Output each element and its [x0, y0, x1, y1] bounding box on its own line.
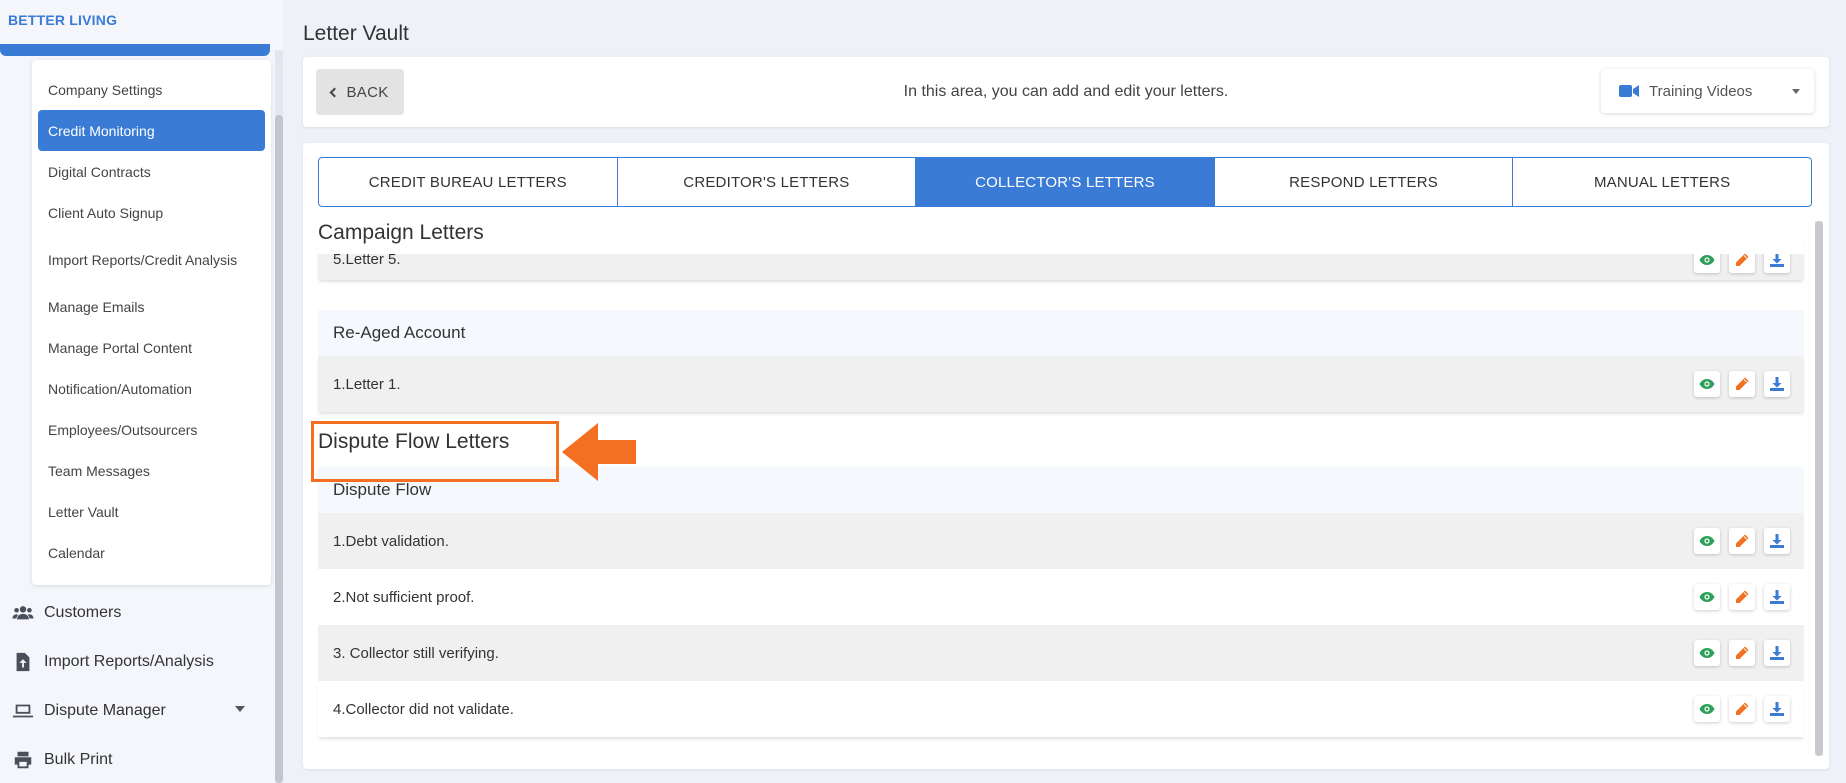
download-button[interactable]	[1764, 584, 1790, 610]
pencil-icon	[1736, 377, 1749, 390]
download-button[interactable]	[1764, 640, 1790, 666]
pencil-icon	[1736, 702, 1749, 715]
sidebar-item-label: Import Reports/Analysis	[44, 652, 214, 670]
eye-icon	[1699, 648, 1715, 658]
download-icon	[1770, 702, 1784, 716]
letter-tabs: CREDIT BUREAU LETTERS CREDITOR'S LETTERS…	[318, 157, 1812, 207]
download-icon	[1770, 534, 1784, 548]
letter-name: 3. Collector still verifying.	[333, 644, 499, 662]
submenu-item-letter-vault[interactable]: Letter Vault	[38, 491, 265, 532]
tab-credit-bureau-letters[interactable]: CREDIT BUREAU LETTERS	[319, 158, 618, 206]
eye-icon	[1699, 592, 1715, 602]
download-icon	[1770, 590, 1784, 604]
arrow-left-icon	[562, 423, 636, 481]
sidebar-item-bulk-print[interactable]: Bulk Print	[0, 735, 275, 783]
edit-button[interactable]	[1729, 640, 1755, 666]
download-button[interactable]	[1764, 528, 1790, 554]
users-icon	[12, 605, 34, 619]
edit-button[interactable]	[1729, 696, 1755, 722]
page-title: Letter Vault	[303, 22, 409, 45]
view-button[interactable]	[1694, 640, 1720, 666]
highlight-box	[311, 421, 559, 482]
letter-name: 4.Collector did not validate.	[333, 700, 514, 718]
brand-name: BETTER LIVING	[8, 12, 118, 28]
tab-manual-letters[interactable]: MANUAL LETTERS	[1513, 158, 1811, 206]
edit-button[interactable]	[1729, 528, 1755, 554]
eye-icon	[1699, 379, 1715, 389]
list-item: 3. Collector still verifying.	[318, 625, 1804, 681]
sidebar-item-label: Customers	[44, 603, 122, 621]
view-button[interactable]	[1694, 696, 1720, 722]
submenu-item-manage-emails[interactable]: Manage Emails	[38, 286, 265, 327]
list-item: 2.Not sufficient proof.	[318, 569, 1804, 625]
group-header-re-aged-account: Re-Aged Account	[318, 310, 1804, 356]
submenu-item-credit-monitoring[interactable]: Credit Monitoring	[38, 110, 265, 151]
settings-submenu: Company Settings Credit Monitoring Digit…	[32, 60, 271, 585]
view-button[interactable]	[1694, 528, 1720, 554]
laptop-icon	[12, 704, 34, 717]
submenu-item-company-settings[interactable]: Company Settings	[38, 69, 265, 110]
submenu-item-employees-outsourcers[interactable]: Employees/Outsourcers	[38, 409, 265, 450]
letters-scrollbar-thumb[interactable]	[1815, 221, 1823, 756]
sidebar-item-label: Dispute Manager	[44, 701, 166, 719]
side-nav: Customers Import Reports/Analysis Disput…	[0, 588, 275, 783]
active-menu-bar[interactable]	[0, 44, 270, 56]
download-button[interactable]	[1764, 696, 1790, 722]
download-icon	[1770, 377, 1784, 391]
submenu-item-calendar[interactable]: Calendar	[38, 532, 265, 573]
sidebar-item-customers[interactable]: Customers	[0, 588, 275, 637]
tab-collectors-letters[interactable]: COLLECTOR'S LETTERS	[916, 158, 1215, 206]
sidebar-scrollbar-thumb[interactable]	[275, 115, 283, 783]
list-item: 1.Letter 1.	[318, 356, 1804, 412]
pencil-icon	[1736, 534, 1749, 547]
submenu-item-digital-contracts[interactable]: Digital Contracts	[38, 151, 265, 192]
letters-scrollbar[interactable]	[1815, 221, 1823, 756]
sidebar-item-import-reports-analysis[interactable]: Import Reports/Analysis	[0, 637, 275, 686]
chevron-down-icon[interactable]	[235, 706, 245, 712]
edit-button[interactable]	[1729, 584, 1755, 610]
tab-creditors-letters[interactable]: CREDITOR'S LETTERS	[618, 158, 917, 206]
letter-name: 2.Not sufficient proof.	[333, 588, 475, 606]
caret-down-icon	[1792, 89, 1800, 94]
top-toolbar: BACK In this area, you can add and edit …	[303, 57, 1829, 127]
sidebar-item-label: Bulk Print	[44, 750, 113, 768]
pencil-icon	[1736, 646, 1749, 659]
file-upload-icon	[16, 652, 30, 671]
printer-icon	[14, 751, 32, 768]
letter-name: 1.Debt validation.	[333, 532, 449, 550]
eye-icon	[1699, 704, 1715, 714]
submenu-item-manage-portal-content[interactable]: Manage Portal Content	[38, 327, 265, 368]
list-item: 4.Collector did not validate.	[318, 681, 1804, 737]
download-button[interactable]	[1764, 371, 1790, 397]
submenu-item-team-messages[interactable]: Team Messages	[38, 450, 265, 491]
eye-icon	[1699, 536, 1715, 546]
training-videos-dropdown[interactable]: Training Videos	[1601, 69, 1814, 113]
section-title-campaign: Campaign Letters	[318, 219, 1804, 254]
download-icon	[1770, 646, 1784, 660]
edit-button[interactable]	[1729, 371, 1755, 397]
video-camera-icon	[1619, 85, 1639, 97]
sidebar-scrollbar[interactable]	[275, 50, 283, 783]
submenu-item-client-auto-signup[interactable]: Client Auto Signup	[38, 192, 265, 233]
submenu-item-import-reports[interactable]: Import Reports/Credit Analysis	[38, 233, 265, 286]
letter-name: 1.Letter 1.	[333, 375, 401, 393]
submenu-item-notification-automation[interactable]: Notification/Automation	[38, 368, 265, 409]
letters-list: 5.Letter 5. Campaign Letters Re-Aged Acc…	[318, 219, 1804, 764]
view-button[interactable]	[1694, 371, 1720, 397]
sidebar-item-dispute-manager[interactable]: Dispute Manager	[0, 686, 275, 735]
training-videos-label: Training Videos	[1649, 82, 1753, 100]
list-item: 1.Debt validation.	[318, 513, 1804, 569]
pencil-icon	[1736, 590, 1749, 603]
sidebar: BETTER LIVING Company Settings Credit Mo…	[0, 0, 283, 783]
tab-respond-letters[interactable]: RESPOND LETTERS	[1215, 158, 1514, 206]
view-button[interactable]	[1694, 584, 1720, 610]
